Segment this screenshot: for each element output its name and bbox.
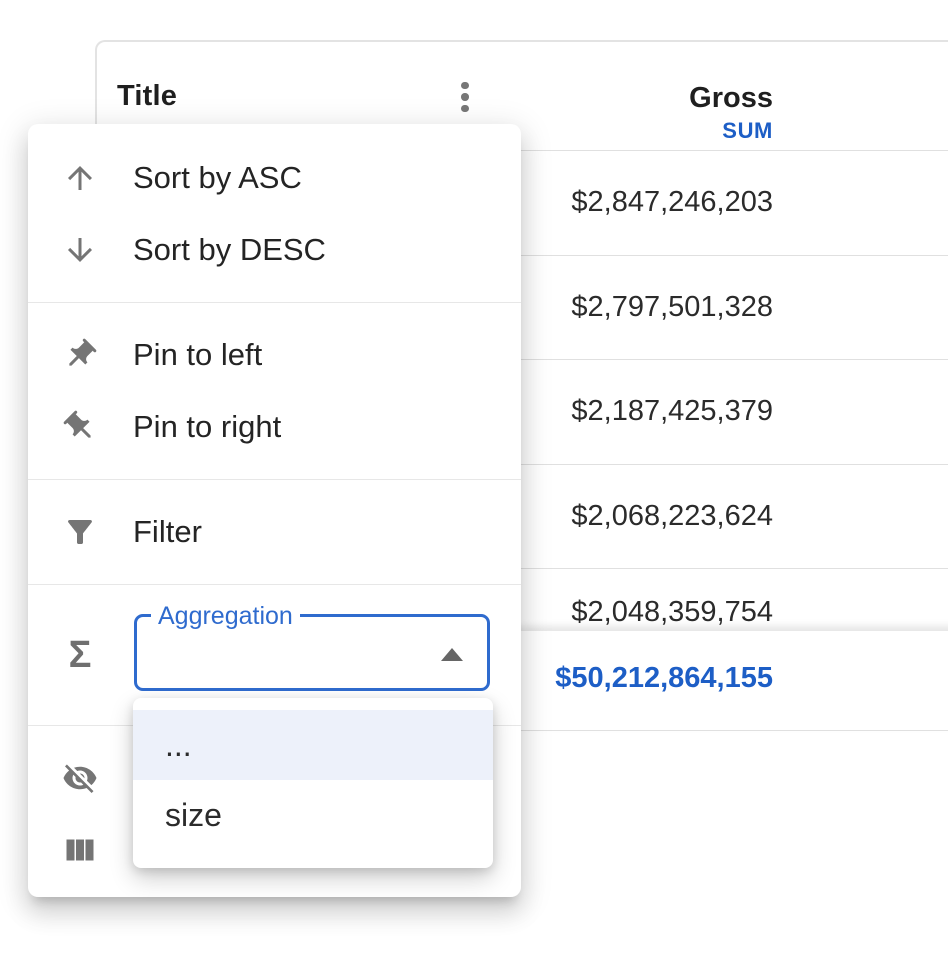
menu-divider (28, 584, 521, 585)
aggregation-option-none[interactable]: ... (133, 710, 493, 780)
menu-item-label: Filter (133, 514, 202, 550)
gross-cell[interactable]: $2,187,425,379 (571, 360, 773, 464)
push-pin-right-icon (55, 402, 106, 453)
menu-item-sort-asc[interactable]: Sort by ASC (28, 142, 521, 214)
menu-item-label: Pin to left (133, 337, 262, 373)
gross-cell[interactable]: $2,797,501,328 (571, 256, 773, 360)
menu-item-label: Pin to right (133, 409, 281, 445)
gross-cell[interactable]: $2,847,246,203 (571, 151, 773, 255)
view-columns-icon (62, 832, 98, 868)
column-title-label: Title (117, 80, 177, 113)
gross-cell[interactable]: $2,068,223,624 (571, 465, 773, 569)
more-vert-icon (461, 82, 469, 90)
menu-divider (28, 479, 521, 480)
menu-item-filter[interactable]: Filter (28, 496, 521, 568)
menu-item-label: Sort by ASC (133, 160, 302, 196)
menu-item-pin-right[interactable]: Pin to right (28, 391, 521, 463)
arrow-downward-icon (62, 232, 98, 268)
dropdown-collapse-arrow-icon (441, 648, 463, 661)
aggregation-option-size[interactable]: size (133, 780, 493, 850)
push-pin-left-icon (55, 330, 106, 381)
sigma-icon: Σ (62, 637, 98, 673)
filter-icon (62, 514, 98, 550)
gross-total-cell: $50,212,864,155 (555, 631, 773, 730)
arrow-upward-icon (62, 160, 98, 196)
visibility-off-icon (62, 760, 98, 796)
menu-divider (28, 302, 521, 303)
aggregation-badge: SUM (722, 119, 773, 143)
menu-item-pin-left[interactable]: Pin to left (28, 319, 521, 391)
aggregation-select[interactable]: Aggregation (134, 614, 490, 691)
column-menu-button[interactable] (447, 79, 483, 115)
aggregation-select-label: Aggregation (151, 602, 300, 630)
menu-item-label: Sort by DESC (133, 232, 326, 268)
aggregation-dropdown: ... size (133, 698, 493, 868)
column-header-gross[interactable]: Gross SUM (689, 42, 773, 151)
column-gross-label: Gross (689, 82, 773, 115)
menu-item-sort-desc[interactable]: Sort by DESC (28, 214, 521, 286)
